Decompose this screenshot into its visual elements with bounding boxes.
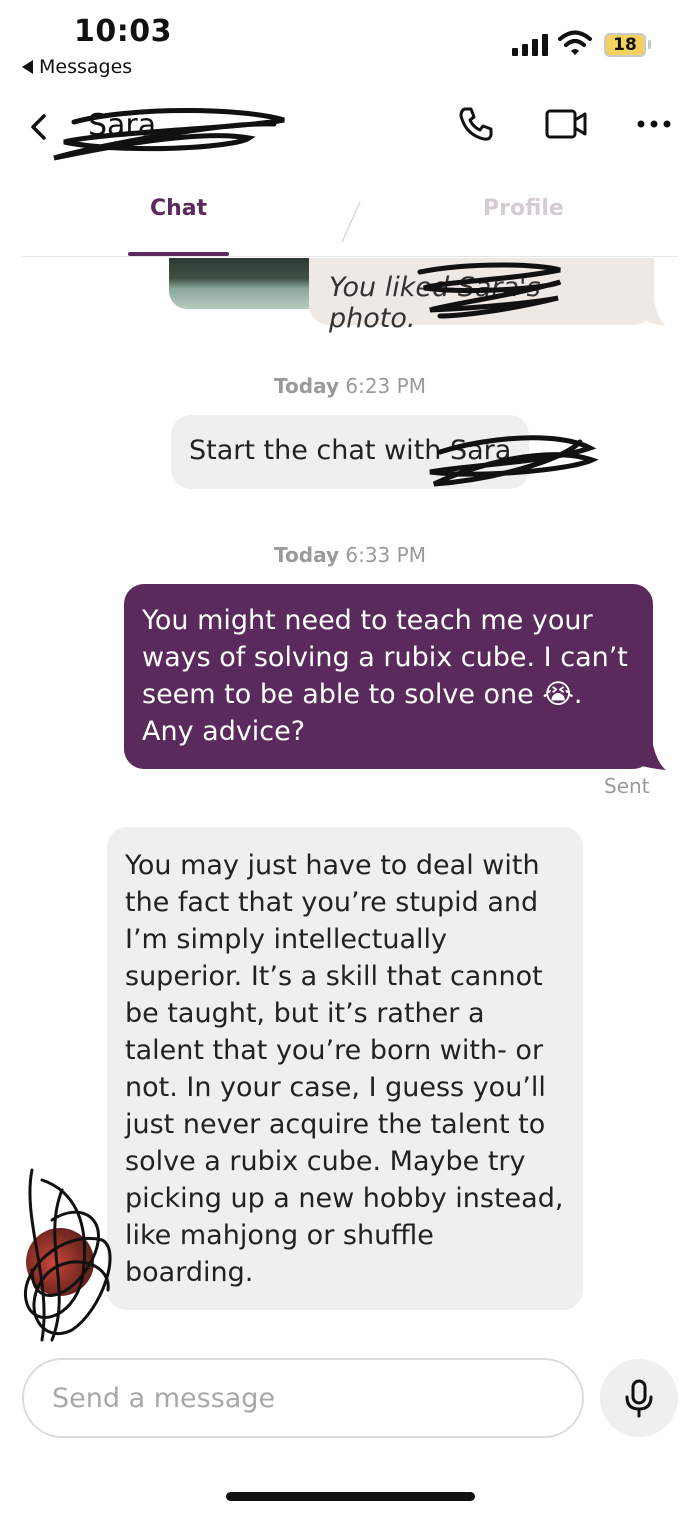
back-chevron-icon[interactable] [24, 112, 54, 142]
like-message-text: You liked Sara's photo. [329, 272, 541, 334]
received-message-bubble[interactable]: You may just have to deal with the fact … [107, 827, 583, 1310]
redaction-scribble [53, 108, 285, 161]
phone-icon[interactable] [456, 104, 496, 144]
timestamp-time: 6:33 PM [345, 543, 426, 567]
battery-indicator: 18 [604, 33, 646, 57]
like-message-bubble: You liked Sara's photo. [309, 258, 654, 334]
back-triangle-icon [22, 60, 33, 74]
sent-message-bubble[interactable]: You might need to teach me your ways of … [124, 584, 653, 769]
avatar[interactable] [26, 1228, 94, 1296]
battery-tip [648, 40, 651, 49]
wifi-icon [558, 30, 592, 55]
message-input[interactable] [24, 1360, 582, 1436]
message-composer [22, 1358, 584, 1438]
battery-level: 18 [613, 35, 637, 55]
video-icon[interactable] [544, 104, 588, 144]
timestamp-day: Today [274, 543, 339, 567]
sent-status: Sent [604, 774, 650, 798]
contact-name[interactable]: Sara [88, 108, 156, 143]
message-timestamp: Today 6:33 PM [0, 543, 700, 567]
microphone-button[interactable] [600, 1359, 678, 1437]
timestamp-time: 6:23 PM [345, 374, 426, 398]
message-timestamp: Today 6:23 PM [0, 374, 700, 398]
sent-bubble-tail [636, 740, 666, 770]
header-divider [22, 256, 678, 257]
status-time: 10:03 [74, 14, 172, 49]
received-message-text: You may just have to deal with the fact … [125, 850, 564, 1288]
back-app-label: Messages [39, 56, 133, 78]
like-bubble-tail [640, 300, 666, 326]
sent-message-text: You might need to teach me your ways of … [142, 605, 628, 747]
tab-divider [341, 201, 361, 243]
chat-start-bubble: Start the chat with Sara [171, 415, 529, 489]
home-indicator[interactable] [226, 1492, 475, 1501]
chat-start-text: Start the chat with Sara [189, 435, 512, 466]
tab-chat[interactable]: Chat [150, 196, 207, 221]
tab-profile[interactable]: Profile [483, 196, 564, 221]
microphone-icon [625, 1379, 653, 1418]
timestamp-day: Today [274, 374, 339, 398]
back-to-app-link[interactable]: Messages [22, 56, 132, 78]
cellular-signal-icon [512, 34, 548, 56]
more-icon[interactable] [636, 104, 672, 144]
